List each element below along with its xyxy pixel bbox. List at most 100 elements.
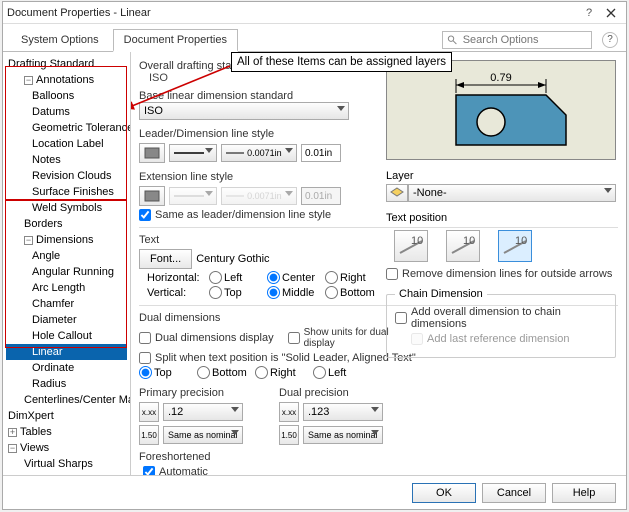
- tab-document-properties[interactable]: Document Properties: [113, 29, 238, 52]
- help-titlebar-button[interactable]: ?: [578, 4, 600, 22]
- dual-units-checkbox[interactable]: [288, 332, 300, 344]
- tree-radius[interactable]: Radius: [6, 376, 127, 392]
- vert-bottom-radio[interactable]: Bottom: [325, 286, 377, 299]
- tree-datums[interactable]: Datums: [6, 104, 127, 120]
- window-title: Document Properties - Linear: [7, 7, 578, 19]
- same-as-leader-checkbox[interactable]: [139, 209, 151, 221]
- tree-angle[interactable]: Angle: [6, 248, 127, 264]
- tree-ordinate[interactable]: Ordinate: [6, 360, 127, 376]
- ext-thickness-combo: 0.0071in: [221, 187, 297, 205]
- chevron-down-icon: [371, 430, 379, 435]
- collapse-icon[interactable]: −: [24, 76, 33, 85]
- collapse-icon[interactable]: −: [8, 444, 17, 453]
- dual-bottom-radio[interactable]: Bottom: [197, 366, 249, 379]
- dual-display-checkbox[interactable]: [139, 332, 151, 344]
- ext-gap-input: [301, 187, 341, 205]
- chevron-down-icon: [205, 148, 213, 153]
- search-icon: [447, 34, 458, 46]
- dual-left-radio[interactable]: Left: [313, 366, 365, 379]
- vert-middle-radio[interactable]: Middle: [267, 286, 319, 299]
- tree-arc-length[interactable]: Arc Length: [6, 280, 127, 296]
- leader-color-button[interactable]: [139, 143, 165, 163]
- tree-surface-finishes[interactable]: Surface Finishes: [6, 184, 127, 200]
- vert-top-radio[interactable]: Top: [209, 286, 261, 299]
- tab-system-options[interactable]: System Options: [11, 30, 109, 50]
- text-pos-2[interactable]: 10: [446, 230, 480, 262]
- font-button[interactable]: Font...: [139, 249, 192, 269]
- svg-text:10: 10: [411, 235, 423, 247]
- search-input[interactable]: [462, 33, 587, 47]
- leader-linetype-combo[interactable]: [169, 144, 217, 162]
- tree-hole-callout[interactable]: Hole Callout: [6, 328, 127, 344]
- tree-annotations[interactable]: −Annotations: [6, 72, 127, 88]
- tree-weld-symbols[interactable]: Weld Symbols: [6, 200, 127, 216]
- help-button[interactable]: Help: [552, 483, 616, 503]
- callout-annotation: All of these Items can be assigned layer…: [231, 52, 452, 72]
- text-pos-3[interactable]: 10: [498, 230, 532, 262]
- horiz-center-radio[interactable]: Center: [267, 271, 319, 284]
- tree-notes[interactable]: Notes: [6, 152, 127, 168]
- dual-tolerance-combo[interactable]: Same as nominal: [303, 426, 383, 444]
- cancel-button[interactable]: Cancel: [482, 483, 546, 503]
- tree-angular-running[interactable]: Angular Running: [6, 264, 127, 280]
- tree-chamfer[interactable]: Chamfer: [6, 296, 127, 312]
- layer-icon[interactable]: [386, 184, 408, 202]
- chevron-down-icon: [231, 430, 239, 435]
- dual-split-checkbox[interactable]: [139, 352, 151, 364]
- primary-precision-label: Primary precision: [139, 387, 249, 399]
- tree-centerlines[interactable]: Centerlines/Center Marks: [6, 392, 127, 408]
- preview-image: 0.79: [386, 60, 616, 160]
- foreshort-auto-checkbox[interactable]: [143, 466, 155, 475]
- leader-thickness-combo[interactable]: 0.0071in: [221, 144, 297, 162]
- tree-tables[interactable]: +Tables: [6, 424, 127, 440]
- tree-borders[interactable]: Borders: [6, 216, 127, 232]
- foreshort-label: Foreshortened: [139, 451, 618, 463]
- leader-gap-input[interactable]: [301, 144, 341, 162]
- tree-drafting-standard[interactable]: Drafting Standard: [6, 56, 127, 72]
- layer-combo[interactable]: -None-: [408, 184, 616, 202]
- close-button[interactable]: [600, 4, 622, 22]
- ok-button[interactable]: OK: [412, 483, 476, 503]
- chain-add-last-checkbox: [411, 333, 423, 345]
- tree-revision-clouds[interactable]: Revision Clouds: [6, 168, 127, 184]
- dual-precision-combo[interactable]: .123: [303, 403, 383, 421]
- text-pos-1[interactable]: 10: [394, 230, 428, 262]
- remove-dim-lines-checkbox[interactable]: [386, 268, 398, 280]
- chain-dimension-title: Chain Dimension: [395, 288, 487, 300]
- tree-linear[interactable]: Linear: [6, 344, 127, 360]
- svg-text:10: 10: [463, 235, 475, 247]
- ext-color-button[interactable]: [139, 186, 165, 206]
- tree-dimxpert[interactable]: DimXpert: [6, 408, 127, 424]
- dual-prec-icon: x.xx: [279, 402, 299, 422]
- tree-dimensions[interactable]: −Dimensions: [6, 232, 127, 248]
- tree-virtual-sharps[interactable]: Virtual Sharps: [6, 456, 127, 472]
- tree-geometric-tolerances[interactable]: Geometric Tolerances: [6, 120, 127, 136]
- primary-precision-combo[interactable]: .12: [163, 403, 243, 421]
- nav-tree: Drafting Standard −Annotations Balloons …: [3, 52, 131, 475]
- collapse-icon[interactable]: −: [24, 236, 33, 245]
- chevron-down-icon: [205, 191, 213, 196]
- primary-tol-icon: 1.50: [139, 425, 159, 445]
- chevron-down-icon: [285, 191, 293, 196]
- dual-precision-label: Dual precision: [279, 387, 389, 399]
- tree-views[interactable]: −Views: [6, 440, 127, 456]
- tree-location-label[interactable]: Location Label: [6, 136, 127, 152]
- chevron-down-icon: [337, 106, 345, 111]
- chain-add-overall-checkbox[interactable]: [395, 312, 407, 324]
- svg-text:10: 10: [515, 235, 527, 247]
- horiz-right-radio[interactable]: Right: [325, 271, 377, 284]
- tree-diameter[interactable]: Diameter: [6, 312, 127, 328]
- expand-icon[interactable]: +: [8, 428, 17, 437]
- tree-balloons[interactable]: Balloons: [6, 88, 127, 104]
- tree-detailing[interactable]: Detailing: [6, 472, 127, 475]
- chevron-down-icon: [371, 407, 379, 412]
- ext-linetype-combo: [169, 187, 217, 205]
- dual-top-radio[interactable]: Top: [139, 366, 191, 379]
- preview-dimension: 0.79: [490, 72, 511, 84]
- help-icon[interactable]: ?: [602, 32, 618, 48]
- horiz-left-radio[interactable]: Left: [209, 271, 261, 284]
- dual-right-radio[interactable]: Right: [255, 366, 307, 379]
- chevron-down-icon: [604, 188, 612, 193]
- search-box[interactable]: [442, 31, 592, 49]
- primary-tolerance-combo[interactable]: Same as nominal: [163, 426, 243, 444]
